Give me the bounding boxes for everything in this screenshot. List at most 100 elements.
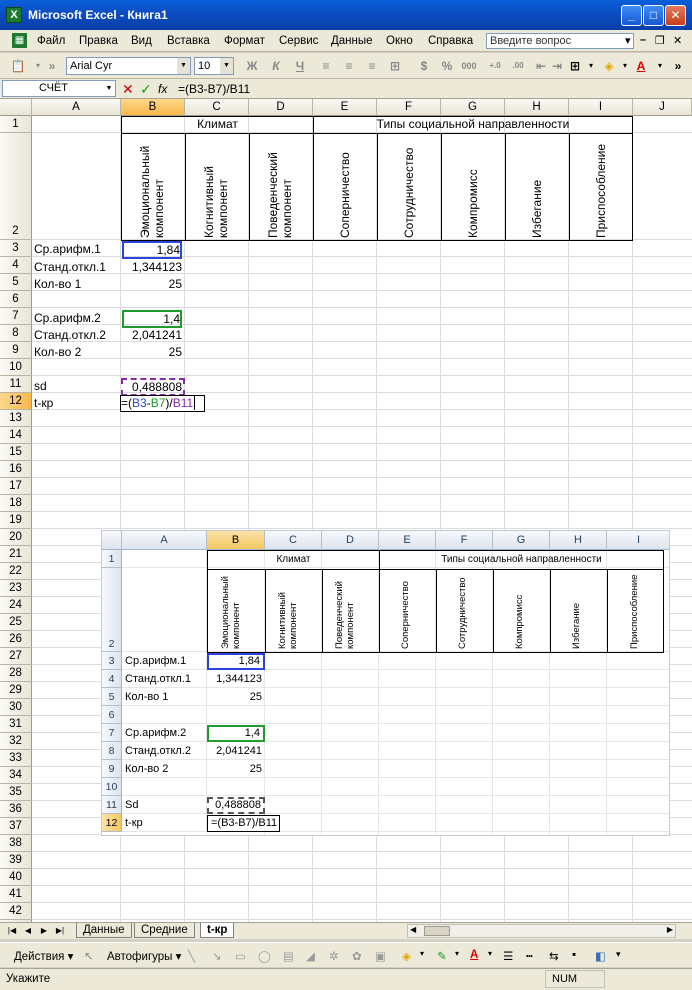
scroll-right-icon[interactable]: ▶: [667, 925, 673, 934]
font-size-field[interactable]: 10 ▼: [194, 57, 234, 75]
row-header-37[interactable]: 37: [0, 818, 32, 835]
help-question-input[interactable]: Введите вопрос: [486, 33, 634, 49]
doc-minimize-button[interactable]: –: [640, 34, 646, 46]
line-color-dropdown-icon[interactable]: ▾: [455, 949, 459, 958]
label-mean-2[interactable]: Ср.арифм.2: [34, 310, 101, 327]
formula-input[interactable]: =(B3-B7)/B11: [178, 82, 250, 96]
cancel-icon[interactable]: ✕: [122, 81, 134, 97]
tab-t-critical[interactable]: t-кр: [200, 923, 235, 938]
label-mean-1[interactable]: Ср.арифм.1: [34, 241, 101, 258]
insert-function-icon[interactable]: fx: [158, 81, 167, 97]
line-style-icon[interactable]: ☰: [503, 949, 513, 963]
bold-button[interactable]: Ж: [244, 58, 260, 74]
menu-format[interactable]: Формат: [224, 35, 265, 47]
row-header-41[interactable]: 41: [0, 886, 32, 903]
drawing-toolbar-more-icon[interactable]: ▾: [616, 949, 621, 960]
help-dropdown-icon[interactable]: ▾: [625, 34, 631, 47]
autoshapes-menu[interactable]: Автофигуры ▾: [107, 949, 181, 963]
row-header-13[interactable]: 13: [0, 410, 32, 427]
cell-b11[interactable]: 0,488808: [121, 378, 185, 396]
cell-b7[interactable]: 1,4: [122, 310, 182, 328]
row-header-39[interactable]: 39: [0, 852, 32, 869]
menu-insert[interactable]: Вставка: [167, 35, 210, 47]
cell-b9[interactable]: 25: [122, 344, 182, 361]
cell-b4[interactable]: 1,344123: [122, 259, 182, 276]
menu-tools[interactable]: Сервис: [279, 35, 318, 47]
row-header-24[interactable]: 24: [0, 597, 32, 614]
font-dropdown-icon[interactable]: ▼: [177, 58, 190, 74]
clipart-icon[interactable]: ✿: [352, 949, 362, 963]
row-header-31[interactable]: 31: [0, 716, 32, 733]
row-header-29[interactable]: 29: [0, 682, 32, 699]
draw-actions-menu[interactable]: Действия ▾: [14, 949, 73, 963]
row-header-28[interactable]: 28: [0, 665, 32, 682]
cell-b3[interactable]: 1,84: [122, 241, 182, 259]
line-color-icon[interactable]: ✎: [437, 949, 447, 963]
increase-decimal-icon[interactable]: +.0: [487, 58, 503, 74]
font-color-dropdown-icon[interactable]: ▾: [652, 58, 668, 74]
increase-indent-icon[interactable]: ⇥: [549, 58, 565, 74]
row-header-3[interactable]: 3: [0, 240, 32, 257]
row-header-35[interactable]: 35: [0, 784, 32, 801]
column-header-d[interactable]: D: [249, 99, 313, 116]
arrow-tool-icon[interactable]: ↘: [212, 949, 222, 963]
enter-icon[interactable]: ✓: [140, 81, 152, 97]
label-stdev-2[interactable]: Станд.откл.2: [34, 327, 106, 344]
row-header-20[interactable]: 20: [0, 529, 32, 546]
align-left-icon[interactable]: ≡: [318, 58, 334, 74]
underline-button[interactable]: Ч: [292, 58, 308, 74]
row-header-12[interactable]: 12: [0, 393, 32, 410]
row-header-36[interactable]: 36: [0, 801, 32, 818]
row-header-38[interactable]: 38: [0, 835, 32, 852]
prev-sheet-icon[interactable]: ◀: [22, 925, 34, 937]
cell-b12-edit[interactable]: =(B3-B7)/B11: [120, 395, 205, 412]
column-header-g[interactable]: G: [441, 99, 505, 116]
row-header-23[interactable]: 23: [0, 580, 32, 597]
menu-edit[interactable]: Правка: [79, 35, 118, 47]
row-header-25[interactable]: 25: [0, 614, 32, 631]
worksheet-grid[interactable]: A B C D E F G H I J 1 2 3 4 5 6 7 8 9 10 11 12 13 14 1…: [0, 99, 692, 922]
row-header-42[interactable]: 42: [0, 903, 32, 920]
merge-center-icon[interactable]: ⊞: [387, 58, 403, 74]
wordart-icon[interactable]: ◢: [306, 949, 315, 963]
label-count-2[interactable]: Кол-во 2: [34, 344, 81, 361]
draw-font-color-icon[interactable]: A: [470, 949, 478, 961]
paste-icon[interactable]: 📋: [10, 58, 26, 74]
row-header-15[interactable]: 15: [0, 444, 32, 461]
last-sheet-icon[interactable]: ▶|: [54, 925, 66, 937]
font-color-icon[interactable]: A: [633, 58, 649, 74]
row-header-9[interactable]: 9: [0, 342, 32, 359]
picture-icon[interactable]: ▣: [375, 949, 386, 963]
draw-fill-dropdown-icon[interactable]: ▾: [420, 949, 424, 958]
label-t-critical[interactable]: t-кр: [34, 395, 53, 412]
size-dropdown-icon[interactable]: ▼: [220, 58, 233, 74]
menu-data[interactable]: Данные: [331, 35, 373, 47]
menu-help[interactable]: Справка: [428, 35, 473, 47]
arrow-style-icon[interactable]: ⇆: [549, 949, 559, 963]
menu-window[interactable]: Окно: [386, 35, 413, 47]
workbook-icon[interactable]: ▦: [12, 33, 27, 48]
fill-dropdown-icon[interactable]: ▾: [617, 58, 633, 74]
column-header-i[interactable]: I: [569, 99, 633, 116]
fill-color-icon[interactable]: ◈: [601, 58, 617, 74]
scroll-left-icon[interactable]: ◀: [410, 925, 416, 934]
row-header-27[interactable]: 27: [0, 648, 32, 665]
select-objects-icon[interactable]: ↖: [84, 949, 94, 963]
name-box[interactable]: СЧЁТ ▼: [2, 80, 116, 97]
line-tool-icon[interactable]: ╲: [188, 949, 195, 963]
row-header-34[interactable]: 34: [0, 767, 32, 784]
select-all-corner[interactable]: [0, 99, 32, 116]
3d-style-icon[interactable]: ◧: [595, 949, 606, 963]
doc-restore-button[interactable]: ❐: [655, 34, 665, 47]
column-header-f[interactable]: F: [377, 99, 441, 116]
align-right-icon[interactable]: ≡: [364, 58, 380, 74]
row-header-19[interactable]: 19: [0, 512, 32, 529]
column-header-h[interactable]: H: [505, 99, 569, 116]
percent-icon[interactable]: %: [439, 58, 455, 74]
row-header-30[interactable]: 30: [0, 699, 32, 716]
draw-font-color-dropdown-icon[interactable]: ▾: [488, 949, 492, 958]
decrease-indent-icon[interactable]: ⇤: [533, 58, 549, 74]
row-header-2[interactable]: 2: [0, 133, 32, 240]
oval-tool-icon[interactable]: ◯: [258, 949, 271, 963]
next-sheet-icon[interactable]: ▶: [38, 925, 50, 937]
